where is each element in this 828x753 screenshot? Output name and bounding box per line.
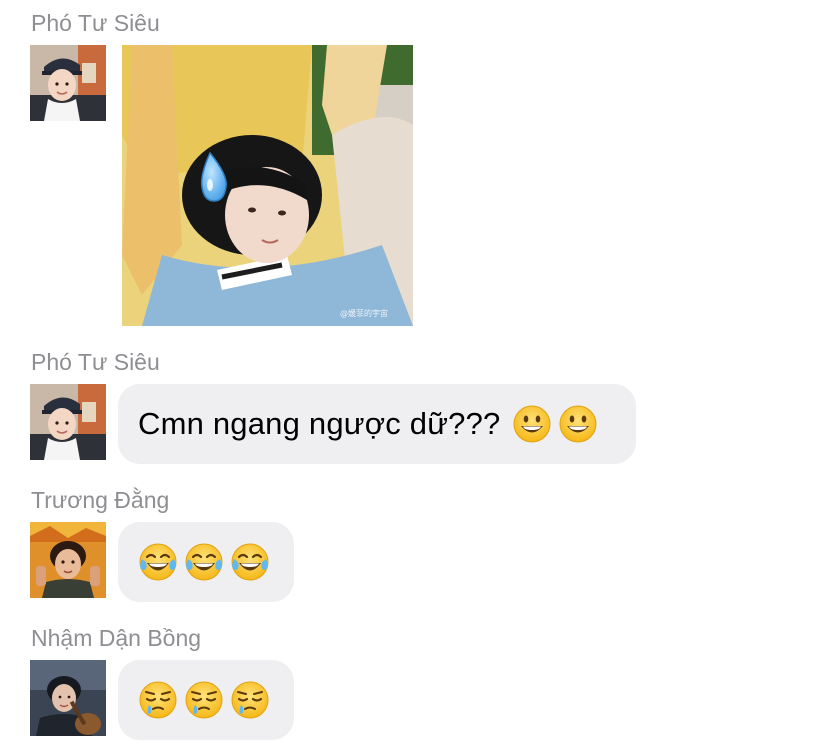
chat-thread: Phó Tư Siêu @媛菲的宇宙 Phó Tư Siêu Cmn ngang… [0, 0, 828, 753]
avatar-boy-cap-icon[interactable] [30, 45, 106, 121]
emoji-row [138, 680, 270, 720]
sticker-watermark: @媛菲的宇宙 [340, 308, 388, 318]
sender-name: Phó Tư Siêu [31, 10, 160, 36]
emoji-row [512, 404, 598, 444]
grinning-face-icon [513, 405, 551, 443]
sleepy-face-icon [231, 681, 269, 719]
message-text: Cmn ngang ngược dữ??? [138, 406, 501, 441]
tears-of-joy-icon [139, 543, 177, 581]
tears-of-joy-icon [185, 543, 223, 581]
emoji-row [138, 542, 270, 582]
avatar-boy-guitar-icon[interactable] [30, 660, 106, 736]
tears-of-joy-icon [231, 543, 269, 581]
sender-name: Phó Tư Siêu [31, 349, 160, 375]
message-bubble[interactable]: Cmn ngang ngược dữ??? [118, 384, 636, 464]
message-bubble[interactable] [118, 660, 294, 740]
message-bubble[interactable] [118, 522, 294, 602]
avatar-boy-orange-icon[interactable] [30, 522, 106, 598]
grinning-face-icon [559, 405, 597, 443]
sweat-drop-sticker-icon[interactable]: @媛菲的宇宙 [122, 45, 413, 326]
sleepy-face-icon [185, 681, 223, 719]
sleepy-face-icon [139, 681, 177, 719]
sender-name: Trương Đằng [31, 487, 170, 513]
avatar-boy-cap-icon[interactable] [30, 384, 106, 460]
sender-name: Nhậm Dận Bồng [31, 625, 202, 651]
